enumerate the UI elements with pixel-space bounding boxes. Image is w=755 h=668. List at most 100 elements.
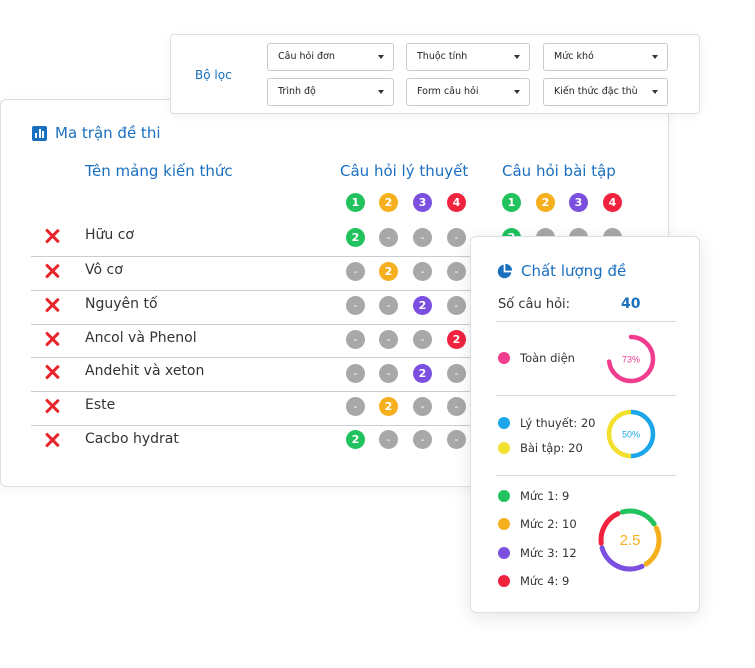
remove-icon[interactable] (43, 431, 61, 449)
cell-count[interactable]: - (379, 364, 398, 383)
row-name: Ancol và Phenol (85, 330, 197, 346)
legend-dot (498, 547, 510, 559)
cell-count[interactable]: - (346, 296, 365, 315)
cell-count[interactable]: - (413, 262, 432, 281)
col-header-practice: Câu hỏi bài tập (502, 162, 616, 180)
legend-label: Lý thuyết: 20 (520, 416, 596, 430)
legend-dot (498, 490, 510, 502)
legend-level-3: Mức 3: 12 (498, 546, 577, 560)
legend-level-2: Mức 2: 10 (498, 517, 577, 531)
chevron-down-icon (652, 55, 658, 59)
select-value: Form câu hỏi (417, 86, 479, 97)
cell-count[interactable]: - (346, 262, 365, 281)
table-row: Nguyên tố (31, 290, 471, 323)
level-average: 2.5 (620, 532, 641, 549)
level-ring: 2.5 (598, 508, 662, 572)
cell-count[interactable]: - (447, 262, 466, 281)
cell-count[interactable]: 2 (413, 364, 432, 383)
legend-dot (498, 442, 510, 454)
row-name: Nguyên tố (85, 296, 158, 312)
col-header-knowledge: Tên mảng kiến thức (85, 162, 233, 180)
remove-icon[interactable] (43, 296, 61, 314)
cell-count[interactable]: - (379, 228, 398, 247)
chevron-down-icon (514, 55, 520, 59)
cell-count[interactable]: - (346, 364, 365, 383)
practice-level-1-badge: 1 (502, 193, 521, 212)
row-name: Hữu cơ (85, 227, 134, 243)
cell-count[interactable]: - (447, 397, 466, 416)
cell-count[interactable]: - (447, 430, 466, 449)
filter-label: Bộ lọc (195, 68, 232, 82)
remove-icon[interactable] (43, 363, 61, 381)
filter-panel: Bộ lọc Câu hỏi đơn Thuộc tính Mức khó Tr… (170, 34, 700, 114)
legend-dot (498, 575, 510, 587)
exam-quality-card: Chất lượng đề Số câu hỏi: 40 Toàn diện 7… (470, 236, 700, 613)
cell-count[interactable]: 2 (346, 228, 365, 247)
legend-label: Mức 3: 12 (520, 546, 577, 560)
difficulty-select[interactable]: Mức khó (543, 43, 668, 71)
cell-count[interactable]: 2 (346, 430, 365, 449)
select-value: Trình độ (278, 86, 316, 97)
practice-level-3-badge: 3 (569, 193, 588, 212)
table-row: Cacbo hydrat (31, 425, 471, 458)
practice-level-4-badge: 4 (603, 193, 622, 212)
remove-icon[interactable] (43, 227, 61, 245)
level-select[interactable]: Trình độ (267, 78, 394, 106)
question-type-select[interactable]: Câu hỏi đơn (267, 43, 394, 71)
legend-practice: Bài tập: 20 (498, 441, 583, 455)
question-count: 40 (621, 296, 641, 312)
comprehensive-ring: 73% (606, 334, 656, 384)
cell-count[interactable]: 2 (447, 330, 466, 349)
remove-icon[interactable] (43, 397, 61, 415)
table-row: Ancol và Phenol (31, 324, 471, 357)
col-header-theory: Câu hỏi lý thuyết (340, 162, 469, 180)
select-value: Thuộc tính (417, 51, 468, 62)
divider (496, 475, 676, 476)
row-name: Cacbo hydrat (85, 431, 179, 447)
special-knowledge-select[interactable]: Kiến thức đặc thù (543, 78, 668, 106)
cell-count[interactable]: 2 (379, 397, 398, 416)
quality-title-text: Chất lượng đề (521, 262, 627, 280)
cell-count[interactable]: - (413, 228, 432, 247)
question-count-label: Số câu hỏi: (498, 297, 571, 312)
row-name: Andehit và xeton (85, 363, 205, 379)
select-value: Kiến thức đặc thù (554, 86, 638, 97)
legend-dot (498, 352, 510, 364)
chevron-down-icon (514, 90, 520, 94)
select-value: Mức khó (554, 51, 594, 62)
legend-dot (498, 518, 510, 530)
cell-count[interactable]: - (447, 296, 466, 315)
cell-count[interactable]: - (379, 430, 398, 449)
level-2-arc (643, 525, 662, 567)
cell-count[interactable]: - (379, 296, 398, 315)
cell-count[interactable]: - (413, 397, 432, 416)
row-name: Vô cơ (85, 262, 123, 278)
level-3-arc (599, 545, 645, 572)
level-1-arc (619, 508, 657, 527)
cell-count[interactable]: - (346, 397, 365, 416)
cell-count[interactable]: - (413, 330, 432, 349)
divider (496, 395, 676, 396)
type-ring: 50% (606, 409, 656, 459)
legend-theory: Lý thuyết: 20 (498, 416, 595, 430)
level-4-arc (598, 511, 621, 546)
legend-comprehensive: Toàn diện (498, 351, 575, 365)
cell-count[interactable]: 2 (379, 262, 398, 281)
cell-count[interactable]: 2 (413, 296, 432, 315)
bar-chart-icon (32, 125, 47, 141)
matrix-title-text: Ma trận đề thi (55, 124, 161, 142)
cell-count[interactable]: - (447, 228, 466, 247)
question-form-select[interactable]: Form câu hỏi (406, 78, 530, 106)
cell-count[interactable]: - (346, 330, 365, 349)
select-value: Câu hỏi đơn (278, 51, 335, 62)
table-row: Andehit và xeton (31, 357, 471, 390)
cell-count[interactable]: - (413, 430, 432, 449)
remove-icon[interactable] (43, 262, 61, 280)
theory-level-4-badge: 4 (447, 193, 466, 212)
legend-dot (498, 417, 510, 429)
table-row: Este (31, 391, 471, 424)
remove-icon[interactable] (43, 330, 61, 348)
cell-count[interactable]: - (379, 330, 398, 349)
attribute-select[interactable]: Thuộc tính (406, 43, 530, 71)
cell-count[interactable]: - (447, 364, 466, 383)
